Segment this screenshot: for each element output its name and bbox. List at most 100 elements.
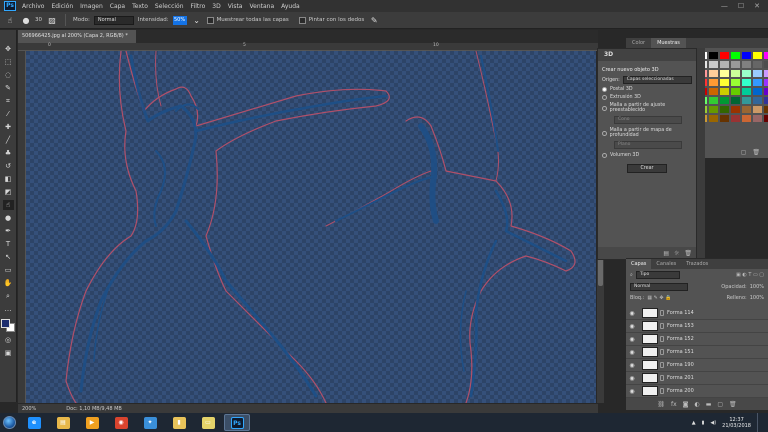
network-icon[interactable]: ▮ (702, 420, 705, 426)
tray-arrow-icon[interactable]: ▲ (692, 420, 696, 426)
visibility-eye-icon[interactable]: ◉ (626, 323, 638, 330)
swatch-cell[interactable] (731, 106, 740, 113)
postal-3d-radio[interactable] (602, 87, 607, 92)
trash-icon[interactable]: 🗑 (684, 250, 692, 257)
swatch-cell[interactable] (764, 79, 768, 86)
mesh-preset-radio[interactable] (602, 105, 607, 111)
opacity-value[interactable]: 100% (750, 284, 764, 290)
foreground-color[interactable] (1, 319, 10, 328)
color-swatches[interactable] (1, 319, 15, 332)
link-icon[interactable]: ⛓ (657, 401, 665, 408)
swatch-cell[interactable] (742, 70, 751, 77)
layer-row[interactable]: ◉ Forma 114 (626, 307, 768, 320)
hand-tool-icon[interactable]: ✋ (3, 278, 14, 288)
path-select-tool-icon[interactable]: ↖ (3, 252, 14, 262)
eyedropper-tool-icon[interactable]: ⁄ (3, 109, 14, 119)
maximize-icon[interactable]: ☐ (738, 2, 744, 10)
history-brush-icon[interactable]: ↺ (3, 161, 14, 171)
tab-paths[interactable]: Trazados (681, 259, 713, 269)
taskbar-app[interactable]: e (21, 414, 47, 431)
menu-texto[interactable]: Texto (132, 3, 148, 10)
swatch-cell[interactable] (764, 61, 768, 68)
tab-color[interactable]: Color (626, 38, 651, 48)
gradient-tool-icon[interactable]: ◩ (3, 187, 14, 197)
swatch-cell[interactable] (764, 97, 768, 104)
swatch-cell[interactable] (720, 115, 729, 122)
taskbar-app[interactable]: ◉ (108, 414, 134, 431)
swatch-cell[interactable] (731, 88, 740, 95)
swatch-cell[interactable] (709, 97, 718, 104)
shape-tool-icon[interactable]: ▭ (3, 265, 14, 275)
swatch-cell[interactable] (709, 61, 718, 68)
swatch-cell[interactable] (720, 88, 729, 95)
swatch-cell[interactable] (731, 115, 740, 122)
menu-edicion[interactable]: Edición (51, 3, 73, 10)
intensity-input[interactable]: 50% (172, 15, 187, 25)
swatch-cell[interactable] (709, 70, 718, 77)
swatch-cell[interactable] (753, 70, 762, 77)
swatch-cell[interactable] (742, 52, 751, 59)
brush-preset-picker[interactable]: ● 30 (20, 14, 43, 26)
layer-row[interactable]: ◉ Forma 200 (626, 385, 768, 398)
taskbar-app[interactable]: ▶ (79, 414, 105, 431)
swatch-cell[interactable] (753, 52, 762, 59)
taskbar-app[interactable]: ▤ (50, 414, 76, 431)
swatch-cell[interactable] (764, 52, 768, 59)
stamp-tool-icon[interactable]: ♣ (3, 148, 14, 158)
menu-filtro[interactable]: Filtro (191, 3, 206, 10)
menu-3d[interactable]: 3D (212, 3, 220, 10)
eraser-tool-icon[interactable]: ◧ (3, 174, 14, 184)
scrollbar-thumb[interactable] (598, 256, 603, 286)
taskbar-app[interactable]: ▮ (166, 414, 192, 431)
sample-all-layers-checkbox[interactable] (206, 16, 214, 24)
preset-select[interactable]: Cono (614, 116, 682, 124)
swatch-cell[interactable] (753, 115, 762, 122)
create-button[interactable]: Crear (627, 164, 667, 173)
origin-select[interactable]: Capas seleccionadas (622, 76, 692, 84)
close-icon[interactable]: ✕ (754, 2, 760, 10)
trash-icon[interactable]: 🗑 (729, 401, 737, 408)
swatch-cell[interactable] (709, 88, 718, 95)
visibility-eye-icon[interactable]: ◉ (626, 349, 638, 356)
swatch-cell[interactable] (764, 70, 768, 77)
swatch-cell[interactable] (731, 97, 740, 104)
adjustment-icon[interactable]: ◐ (694, 401, 699, 408)
brush-settings-icon[interactable]: ▨ (46, 14, 58, 26)
swatch-cell[interactable] (753, 97, 762, 104)
swatch-cell[interactable] (742, 79, 751, 86)
filter-icons[interactable]: ▣ ◐ T ▭ ▢ (736, 272, 764, 278)
document-size[interactable]: Doc: 1,10 MB/9,48 MB (66, 406, 122, 412)
light-icon[interactable]: ☼ (674, 250, 679, 257)
marquee-tool-icon[interactable]: ⬚ (3, 57, 14, 67)
swatch-cell[interactable] (764, 88, 768, 95)
visibility-eye-icon[interactable]: ◉ (626, 375, 638, 382)
swatch-cell[interactable] (753, 106, 762, 113)
screen-mode-icon[interactable]: ▣ (3, 348, 14, 358)
swatch-cell[interactable] (720, 61, 729, 68)
swatch-cell[interactable] (709, 79, 718, 86)
pen-tool-icon[interactable]: ✒ (3, 226, 14, 236)
swatch-cell[interactable] (742, 115, 751, 122)
layer-row[interactable]: ◉ Forma 190 (626, 359, 768, 372)
trash-icon[interactable]: 🗑 (752, 149, 760, 156)
type-tool-icon[interactable]: T (3, 239, 14, 249)
menu-capa[interactable]: Capa (110, 3, 125, 10)
crop-tool-icon[interactable]: ⌗ (3, 96, 14, 106)
brush-tool-icon[interactable]: ╱ (3, 135, 14, 145)
menu-ventana[interactable]: Ventana (249, 3, 274, 10)
tab-swatches[interactable]: Muestras (651, 38, 686, 48)
swatch-cell[interactable] (731, 61, 740, 68)
mask-icon[interactable]: ◙ (683, 401, 689, 408)
swatch-cell[interactable] (731, 52, 740, 59)
tab-layers[interactable]: Capas (626, 259, 652, 269)
visibility-eye-icon[interactable]: ◉ (626, 362, 638, 369)
quick-mask-icon[interactable]: ◎ (3, 335, 14, 345)
taskbar-app[interactable]: Ps (224, 414, 250, 431)
dodge-tool-icon[interactable]: ● (3, 213, 14, 223)
start-button[interactable] (0, 413, 18, 432)
swatch-cell[interactable] (720, 97, 729, 104)
menu-vista[interactable]: Vista (228, 3, 243, 10)
more-tools-icon[interactable]: … (3, 304, 14, 314)
smudge-tool-icon[interactable]: ☝ (4, 14, 16, 26)
blend-mode-select[interactable]: Normal (630, 283, 688, 291)
